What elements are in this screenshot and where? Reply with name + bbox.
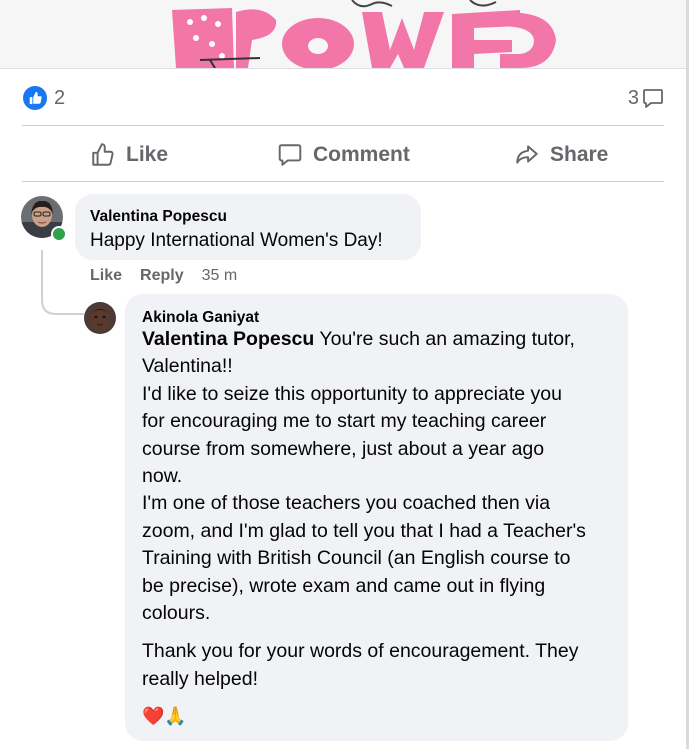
comment-text: Happy International Women's Day!	[90, 230, 383, 251]
like-button-label: Like	[126, 143, 169, 166]
comment-bubble: Valentina Popescu Happy International Wo…	[75, 194, 421, 260]
thumbs-up-outline-icon	[92, 143, 114, 166]
reply-line-2: Valentina!!	[142, 355, 233, 378]
comment-count-value: 3	[627, 87, 639, 109]
reply-mention[interactable]: Valentina Popescu	[142, 328, 314, 350]
divider-bottom	[22, 181, 664, 182]
post-image[interactable]	[0, 0, 686, 69]
comment-outline-icon	[278, 144, 302, 166]
reply-line-1-rest: You're such an amazing tutor,	[314, 328, 575, 350]
comment-author[interactable]: Valentina Popescu	[90, 208, 227, 226]
share-button[interactable]: Share	[514, 137, 608, 173]
like-button[interactable]: Like	[90, 137, 168, 173]
avatar-akinola[interactable]	[84, 302, 116, 334]
reply-bubble: Akinola Ganiyat Valentina Popescu You're…	[125, 294, 628, 741]
reply-line-4: for encouraging me to start my teaching …	[142, 410, 547, 433]
like-count[interactable]: 2	[54, 86, 65, 110]
post-image-art	[0, 0, 686, 68]
reply-line-12: Thank you for your words of encouragemen…	[142, 640, 579, 663]
share-button-label: Share	[550, 143, 609, 166]
reply-line-13: really helped!	[142, 667, 258, 690]
online-status-indicator	[51, 226, 67, 242]
reply-line-6: now.	[142, 465, 183, 488]
comment-count[interactable]: 3	[628, 86, 639, 110]
divider-top	[22, 125, 664, 126]
thread-connector	[41, 250, 84, 315]
reply-line-3: I'd like to seize this opportunity to ap…	[142, 382, 562, 405]
reply-author[interactable]: Akinola Ganiyat	[142, 309, 259, 327]
reply-line-10: be precise), wrote exam and came out in …	[142, 574, 546, 597]
share-arrow-icon	[516, 145, 538, 164]
reply-line-9: Training with British Council (an Englis…	[142, 547, 571, 570]
reply-emojis: ❤️🙏	[142, 706, 187, 726]
comment-button-label: Comment	[313, 143, 410, 166]
like-reaction-icon[interactable]	[23, 86, 47, 110]
reply-line-7: I'm one of those teachers you coached th…	[142, 492, 551, 515]
reply-line-5: course from somewhere, just about a year…	[142, 437, 545, 460]
reply-line-1: Valentina Popescu You're such an amazing…	[142, 326, 622, 353]
reply-line-11: colours.	[142, 602, 211, 625]
comment-like-button[interactable]: Like	[90, 267, 122, 285]
reply-text: Valentina Popescu You're such an amazing…	[142, 326, 622, 693]
reply-line-8: zoom, and I'm glad to tell you that I ha…	[142, 519, 586, 542]
comment-timestamp[interactable]: 35 m	[202, 267, 238, 285]
comment-reply-button[interactable]: Reply	[140, 267, 184, 285]
comment-meta: Like Reply 35 m	[90, 267, 237, 285]
speech-bubble-icon	[641, 86, 665, 115]
comment-button[interactable]: Comment	[277, 137, 410, 173]
